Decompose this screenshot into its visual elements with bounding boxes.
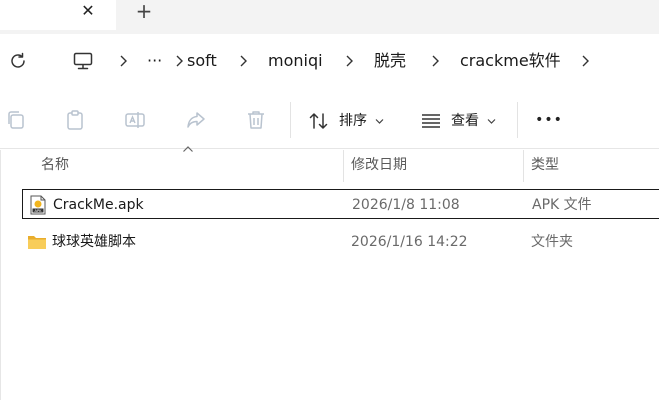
sort-icon <box>309 113 328 129</box>
breadcrumb-item-soft[interactable]: soft <box>187 40 217 82</box>
chevron-right-icon[interactable] <box>116 53 130 69</box>
view-button[interactable]: 查看 <box>418 100 502 140</box>
refresh-icon[interactable] <box>6 49 30 73</box>
folder-icon <box>28 236 46 249</box>
column-header-date[interactable]: 修改日期 <box>351 150 407 182</box>
file-date: 2026/1/16 14:22 <box>351 234 468 250</box>
svg-text:APK: APK <box>35 209 43 213</box>
view-label: 查看 <box>451 113 479 129</box>
sort-label: 排序 <box>339 113 367 129</box>
address-bar: ··· soft moniqi 脱壳 crackme软件 <box>0 34 659 88</box>
file-type: 文件夹 <box>531 234 573 250</box>
column-header-name[interactable]: 名称 <box>41 150 69 182</box>
view-icon <box>422 114 440 128</box>
file-row[interactable]: APK CrackMe.apk 2026/1/8 11:08 APK 文件 <box>22 189 659 219</box>
breadcrumb-item-crackme[interactable]: crackme软件 <box>460 40 561 82</box>
this-pc-icon[interactable] <box>72 50 94 72</box>
toolbar-separator <box>517 102 518 138</box>
command-bar: 排序 查看 ••• <box>0 92 659 148</box>
breadcrumb[interactable]: ··· soft moniqi 脱壳 crackme软件 <box>56 40 659 82</box>
chevron-right-icon[interactable] <box>236 53 250 69</box>
breadcrumb-item-unpack[interactable]: 脱壳 <box>374 40 406 82</box>
toolbar-separator <box>290 102 291 138</box>
column-separator[interactable] <box>343 150 344 182</box>
share-icon[interactable] <box>184 108 208 132</box>
chevron-right-icon[interactable] <box>428 53 442 69</box>
sort-button[interactable]: 排序 <box>306 100 390 140</box>
chevron-right-icon[interactable] <box>342 53 356 69</box>
sort-ascending-caret-icon <box>183 146 193 152</box>
tab-strip: ✕ + <box>0 0 659 34</box>
breadcrumb-more[interactable]: ··· <box>147 40 162 82</box>
column-separator[interactable] <box>523 150 524 182</box>
file-row[interactable]: 球球英雄脚本 2026/1/16 14:22 文件夹 <box>22 227 659 257</box>
chevron-right-icon[interactable] <box>578 53 592 69</box>
pane-border <box>0 150 1 400</box>
file-type: APK 文件 <box>532 197 592 213</box>
rename-icon[interactable] <box>123 108 147 132</box>
apk-file-icon: APK <box>30 195 46 215</box>
chevron-right-icon[interactable] <box>172 53 186 69</box>
active-tab[interactable]: ✕ <box>0 0 116 30</box>
close-tab-button[interactable]: ✕ <box>78 0 98 22</box>
breadcrumb-item-moniqi[interactable]: moniqi <box>268 40 323 82</box>
delete-icon[interactable] <box>244 108 268 132</box>
column-header-type[interactable]: 类型 <box>531 150 559 182</box>
chevron-down-icon <box>487 119 496 124</box>
more-options-button[interactable]: ••• <box>532 100 566 140</box>
copy-icon[interactable] <box>4 108 28 132</box>
chevron-down-icon <box>375 119 384 124</box>
new-tab-button[interactable]: + <box>133 0 155 22</box>
file-name: 球球英雄脚本 <box>52 234 136 250</box>
paste-icon[interactable] <box>63 108 87 132</box>
toolbar-divider <box>0 148 659 149</box>
file-date: 2026/1/8 11:08 <box>352 197 460 213</box>
file-name: CrackMe.apk <box>53 197 144 213</box>
